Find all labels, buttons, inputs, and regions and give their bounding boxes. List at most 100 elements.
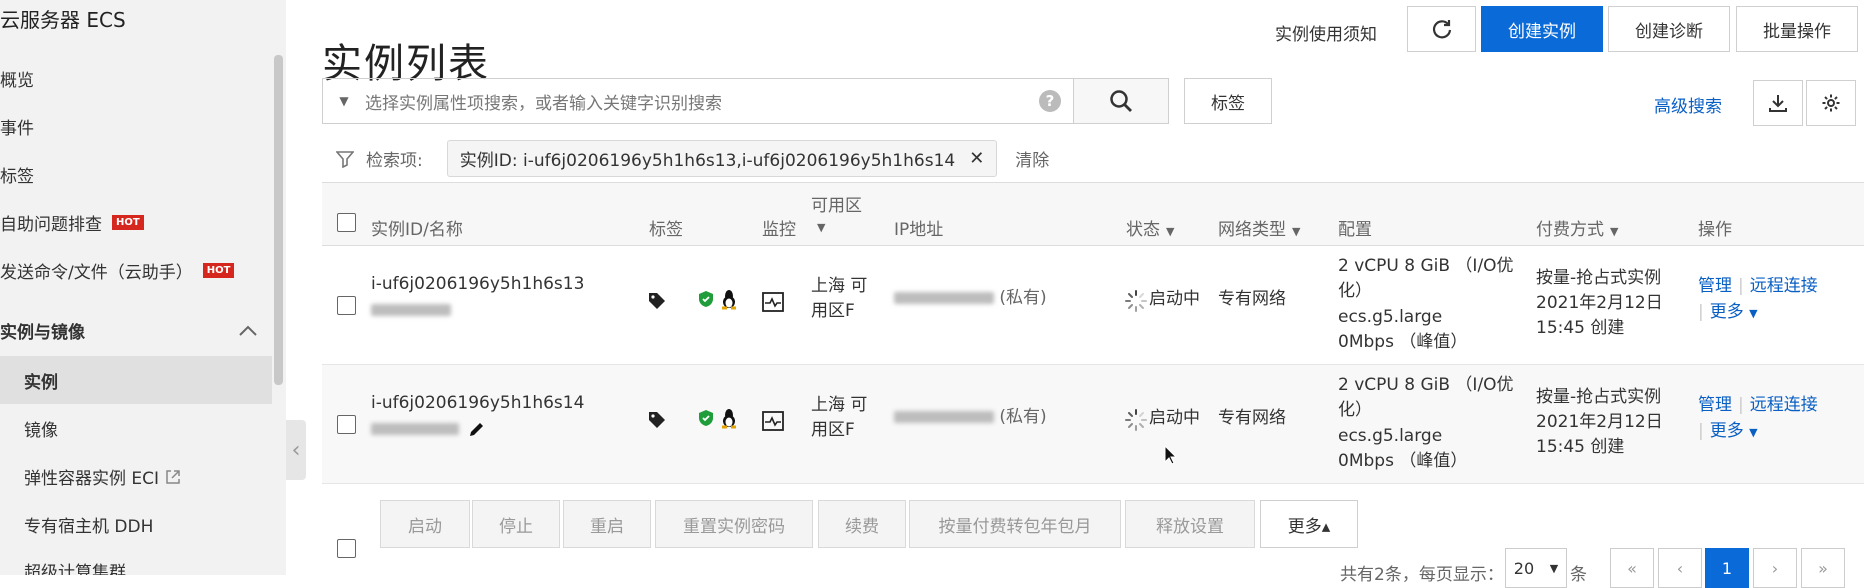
edit-pencil-icon[interactable] [468, 420, 486, 438]
filter-row: 检索项: 实例ID: i-uf6j0206196y5h1h6s13,i-uf6j… [336, 140, 1049, 177]
zone-line2: 用区F [811, 301, 855, 321]
caret-down-icon[interactable]: ▼ [323, 94, 365, 108]
sidebar-item-instances[interactable]: 实例 [0, 356, 272, 404]
sidebar-item-troubleshoot[interactable]: 自助问题排查 HOT [0, 210, 144, 235]
page-button-current[interactable]: 1 [1705, 548, 1749, 588]
col-monitor: 监控 [762, 220, 796, 240]
table-row: i-uf6j0206196y5h1h6s14 上海 可 用区F (私有) 启动中… [322, 365, 1864, 484]
tag-icon[interactable] [648, 292, 666, 310]
loading-spinner-icon [1125, 290, 1147, 312]
col-zone-label: 可用区 [811, 196, 862, 216]
manage-link[interactable]: 管理 [1698, 395, 1732, 415]
tag-filter-button[interactable]: 标签 [1184, 78, 1272, 124]
create-diagnosis-button[interactable]: 创建诊断 [1608, 6, 1730, 52]
col-status[interactable]: 状态 ▼ [1126, 215, 1174, 240]
tag-icon[interactable] [648, 411, 666, 429]
sort-caret-icon: ▼ [1166, 225, 1175, 238]
sidebar-section-instances-images[interactable]: 实例与镜像 [0, 318, 258, 343]
col-zone[interactable]: 可用区 ▼ [811, 191, 862, 236]
col-network[interactable]: 网络类型 ▼ [1218, 215, 1300, 240]
search-button[interactable] [1073, 78, 1169, 124]
instance-type-link[interactable]: ecs.g5.large [1338, 305, 1442, 330]
collapse-sidebar-icon[interactable]: ‹ [286, 420, 306, 480]
instance-notice-link[interactable]: 实例使用须知 [1275, 20, 1377, 45]
next-page-button[interactable]: › [1753, 548, 1797, 588]
close-icon[interactable]: ✕ [969, 148, 984, 169]
ops-line2: | 更多 ▼ [1698, 300, 1758, 326]
sidebar-item-ddh[interactable]: 专有宿主机 DDH [24, 512, 153, 537]
page-size-unit: 条 [1570, 565, 1587, 585]
col-status-label: 状态 [1126, 220, 1160, 240]
create-instance-button[interactable]: 创建实例 [1481, 6, 1603, 52]
col-id: 实例ID/名称 [371, 220, 463, 240]
security-shield-icon [699, 291, 713, 307]
manage-link[interactable]: 管理 [1698, 276, 1732, 296]
status-label: 启动中 [1149, 408, 1200, 428]
help-icon[interactable]: ? [1039, 90, 1061, 112]
zone-line1: 上海 可 [811, 395, 868, 415]
remote-connect-link[interactable]: 远程连接 [1750, 395, 1818, 415]
download-button[interactable] [1753, 80, 1803, 126]
renew-button[interactable]: 续费 [818, 500, 906, 548]
reset-password-button[interactable]: 重置实例密码 [655, 500, 813, 548]
billing-time: 15:45 创建 [1536, 318, 1625, 338]
instance-name-redacted [371, 417, 486, 442]
more-ops-link[interactable]: 更多 ▼ [1710, 421, 1758, 441]
search-input[interactable]: ▼ 选择实例属性项搜索，或者输入关键字识别搜索 ? [322, 78, 1074, 124]
restart-button[interactable]: 重启 [563, 500, 651, 548]
more-ops-link[interactable]: 更多 ▼ [1710, 302, 1758, 322]
settings-button[interactable] [1806, 80, 1856, 126]
bandwidth: 0Mbps （峰值） [1338, 332, 1468, 352]
instance-id-link[interactable]: i-uf6j0206196y5h1h6s14 [371, 391, 584, 416]
page-size-select[interactable]: 20 ▼ [1505, 548, 1567, 588]
network-type: 专有网络 [1218, 289, 1286, 309]
instance-name-redacted [371, 298, 451, 323]
search-placeholder: 选择实例属性项搜索，或者输入关键字识别搜索 [365, 93, 722, 114]
status-label: 启动中 [1149, 289, 1200, 309]
col-billing-label: 付费方式 [1536, 220, 1604, 240]
start-button[interactable]: 启动 [380, 500, 470, 548]
divider: | [1738, 276, 1744, 296]
release-settings-button[interactable]: 释放设置 [1125, 500, 1255, 548]
sidebar-item-overview[interactable]: 概览 [0, 66, 34, 91]
sidebar-item-cloud-assistant[interactable]: 发送命令/文件（云助手） HOT [0, 258, 235, 283]
table-row: i-uf6j0206196y5h1h6s13 上海 可 用区F (私有) 启动中… [322, 246, 1864, 365]
sidebar-item-eci[interactable]: 弹性容器实例 ECI [24, 464, 181, 489]
row-checkbox[interactable] [337, 296, 356, 315]
billing-date: 2021年2月12日 [1536, 293, 1663, 313]
filter-chip-text: 实例ID: i-uf6j0206196y5h1h6s13,i-uf6j02061… [459, 151, 956, 171]
col-billing[interactable]: 付费方式 ▼ [1536, 215, 1618, 240]
instance-type-link[interactable]: ecs.g5.large [1338, 424, 1442, 449]
sidebar-item-scc[interactable]: 超级计算集群 [24, 558, 126, 575]
sidebar-item-label: 超级计算集群 [24, 563, 126, 575]
stop-button[interactable]: 停止 [472, 500, 560, 548]
more-actions-button[interactable]: 更多▴ [1260, 500, 1358, 548]
ops-line2: | 更多 ▼ [1698, 419, 1758, 445]
remote-connect-link[interactable]: 远程连接 [1750, 276, 1818, 296]
billing-time: 15:45 创建 [1536, 437, 1625, 457]
sidebar-item-tags[interactable]: 标签 [0, 162, 34, 187]
instance-id-link[interactable]: i-uf6j0206196y5h1h6s13 [371, 272, 584, 297]
select-all-bottom-checkbox[interactable] [337, 539, 356, 558]
batch-operation-button[interactable]: 批量操作 [1736, 6, 1858, 52]
first-page-button[interactable]: « [1610, 548, 1654, 588]
clear-filter-link[interactable]: 清除 [1015, 146, 1049, 171]
refresh-button[interactable] [1407, 6, 1476, 52]
convert-subscription-button[interactable]: 按量付费转包年包月 [909, 500, 1121, 548]
last-page-button[interactable]: » [1801, 548, 1845, 588]
select-all-checkbox[interactable] [337, 213, 356, 232]
sidebar-item-events[interactable]: 事件 [0, 114, 34, 139]
sidebar-item-label: 事件 [0, 119, 34, 139]
row-checkbox[interactable] [337, 415, 356, 434]
sidebar-scrollbar[interactable] [274, 55, 283, 385]
sidebar-item-images[interactable]: 镜像 [24, 416, 58, 441]
prev-page-button[interactable]: ‹ [1658, 548, 1702, 588]
linux-icon [722, 290, 736, 310]
advanced-search-link[interactable]: 高级搜索 [1654, 92, 1722, 117]
filter-label: 检索项: [366, 151, 423, 171]
monitor-chart-icon[interactable] [762, 411, 784, 431]
sidebar-item-label: 专有宿主机 DDH [24, 517, 154, 537]
zone-line2: 用区F [811, 420, 855, 440]
divider: | [1698, 302, 1704, 322]
monitor-chart-icon[interactable] [762, 292, 784, 312]
